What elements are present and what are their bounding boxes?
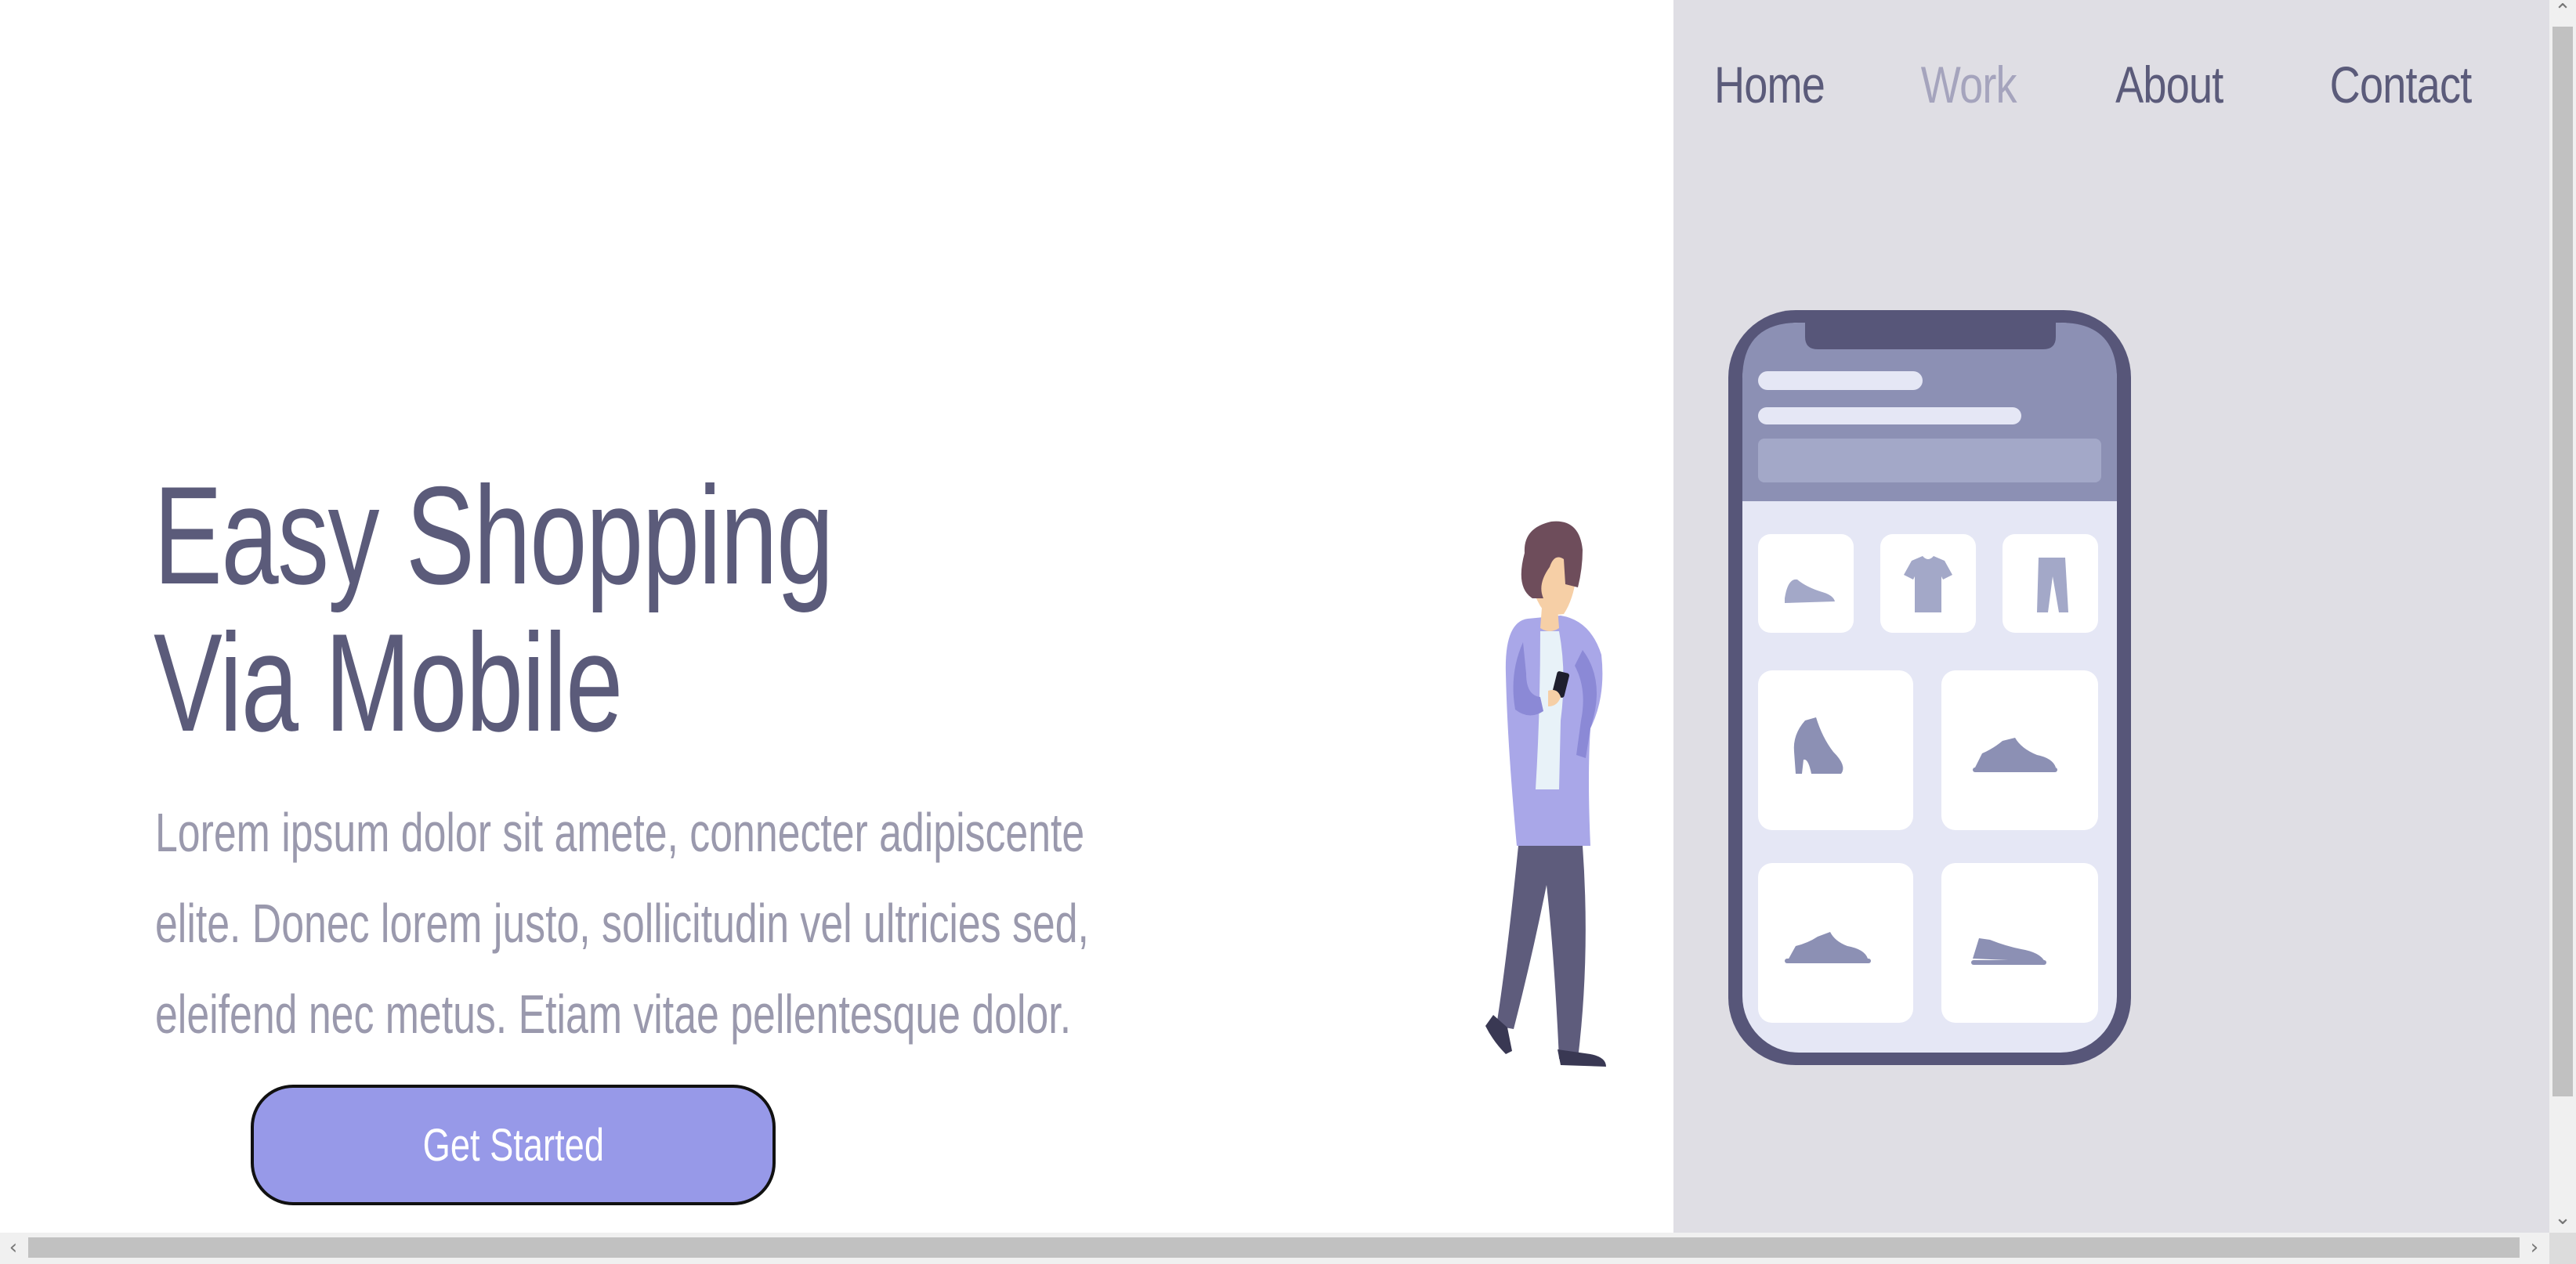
hero-title: Easy Shopping Via Mobile (154, 457, 834, 760)
horizontal-scrollbar[interactable]: ‹ › (0, 1233, 2549, 1264)
nav-work-link[interactable]: Work (1921, 45, 2017, 124)
main-nav: Home Work About Contact (1615, 45, 2472, 124)
hero-description-line-2: elite. Donec lorem justo, sollicitudin v… (155, 893, 1089, 954)
hero-description-line-1: Lorem ipsum dolor sit amete, connecter a… (155, 802, 1085, 863)
scroll-down-icon[interactable]: ⌄ (2551, 1206, 2574, 1230)
woman-figure (1485, 521, 1606, 1067)
hero-description: Lorem ipsum dolor sit amete, connecter a… (155, 787, 1199, 1060)
horizontal-scroll-thumb[interactable] (28, 1237, 2520, 1258)
vertical-scrollbar[interactable]: ⌃ ⌄ (2549, 0, 2576, 1233)
phone-mockup (1728, 310, 2131, 1065)
page-viewport: Home Work About Contact Easy Shopping Vi… (0, 0, 2549, 1233)
scroll-right-icon[interactable]: › (2523, 1236, 2546, 1259)
nav-about-link[interactable]: About (2115, 45, 2223, 124)
scroll-up-icon[interactable]: ⌃ (2551, 0, 2574, 23)
scroll-left-icon[interactable]: ‹ (2, 1236, 25, 1259)
get-started-label: Get Started (422, 1119, 604, 1171)
nav-contact-link[interactable]: Contact (2329, 45, 2472, 124)
hero-title-line-2: Via Mobile (154, 605, 623, 760)
shopping-illustration (1485, 310, 2131, 1067)
vertical-scroll-thumb[interactable] (2552, 27, 2573, 1096)
nav-home-link[interactable]: Home (1714, 45, 1825, 124)
get-started-button[interactable]: Get Started (251, 1085, 776, 1205)
scrollbar-corner (2549, 1233, 2576, 1264)
hero-description-line-3: eleifend nec metus. Etiam vitae pellente… (155, 984, 1072, 1045)
hero-title-line-1: Easy Shopping (154, 457, 834, 613)
